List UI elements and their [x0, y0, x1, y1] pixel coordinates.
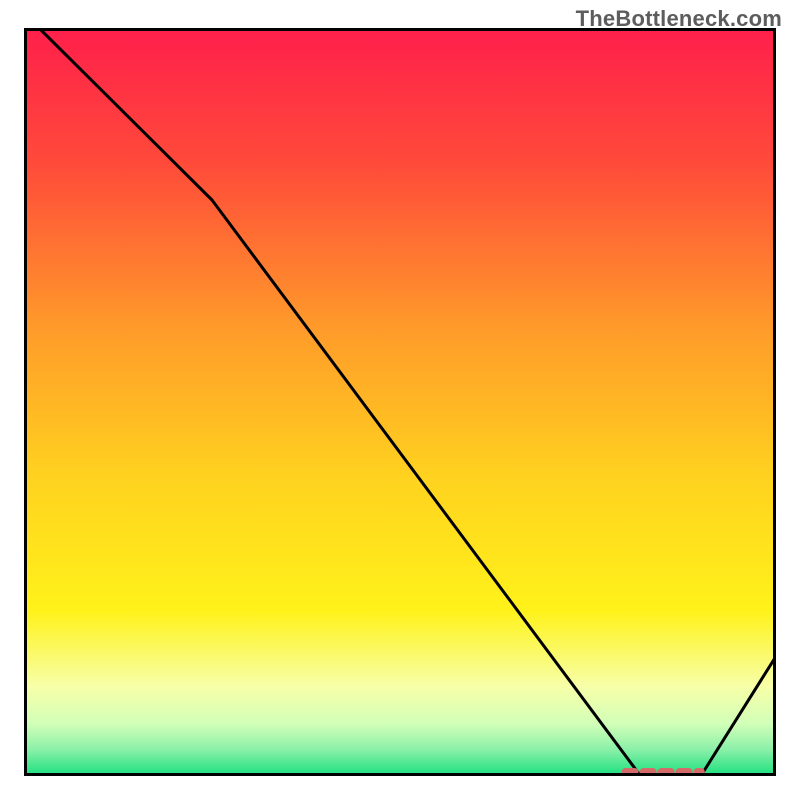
- chart-plot-area: [24, 28, 776, 776]
- chart-svg: [24, 28, 776, 776]
- chart-background: [24, 28, 776, 776]
